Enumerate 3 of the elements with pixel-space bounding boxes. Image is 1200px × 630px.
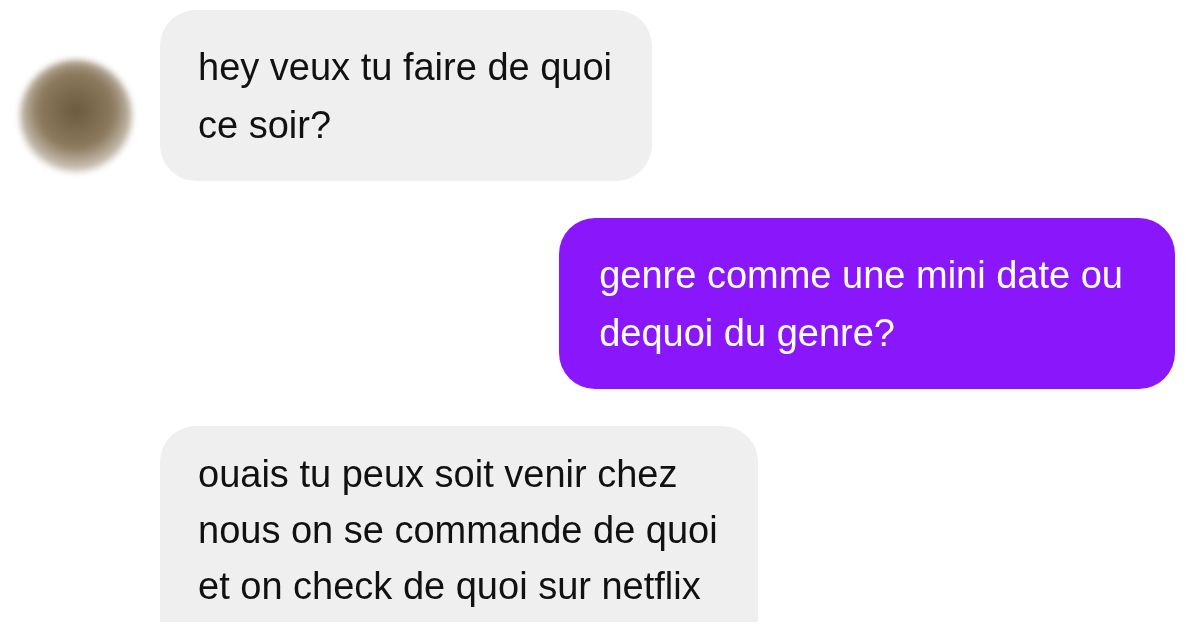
sent-message-bubble: genre comme une mini date ou dequoi du genre? bbox=[559, 218, 1175, 389]
received-message-bubble: hey veux tu faire de quoi ce soir? bbox=[160, 10, 653, 181]
received-message-bubble: ouais tu peux soit venir chez nous on se commande de quoi et on check de quoi sur netflix bbox=[160, 426, 758, 622]
